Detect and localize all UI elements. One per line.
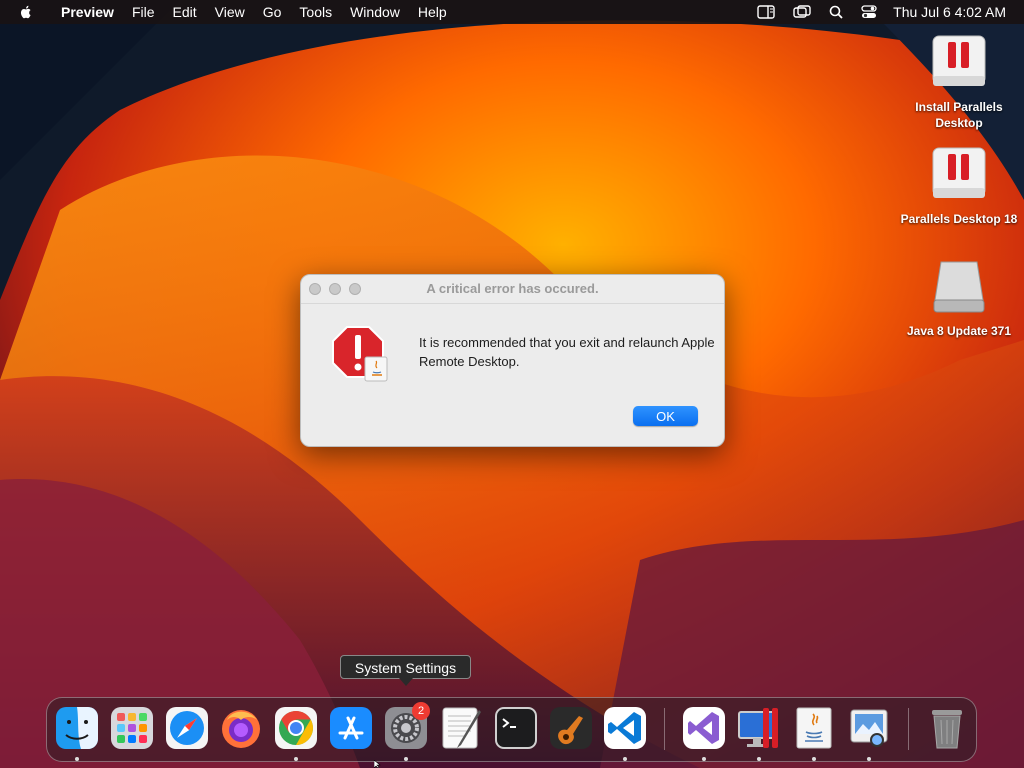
desktop-icon-install-parallels[interactable]: Install Parallels Desktop: [899, 32, 1019, 131]
parallels-disk-icon: [932, 147, 986, 198]
menu-window[interactable]: Window: [341, 0, 409, 24]
dock-item-launchpad[interactable]: [110, 706, 154, 750]
running-indicator: [867, 757, 871, 761]
menu-edit[interactable]: Edit: [164, 0, 206, 24]
dock-item-chrome[interactable]: [274, 706, 318, 750]
garageband-icon: [550, 707, 592, 749]
menu-bar: Preview File Edit View Go Tools Window H…: [0, 0, 1024, 24]
sidebar-toggle-icon[interactable]: [757, 5, 775, 19]
dock-item-finder[interactable]: [55, 706, 99, 750]
notification-badge: 2: [412, 702, 430, 720]
launchpad-icon: [111, 707, 153, 749]
screen-mirroring-icon[interactable]: [793, 5, 811, 19]
dock-tooltip: System Settings: [340, 655, 471, 679]
dock-item-preview[interactable]: [847, 706, 891, 750]
safari-icon: [166, 707, 208, 749]
desktop-icon-parallels-18[interactable]: Parallels Desktop 18: [899, 144, 1019, 227]
mouse-cursor-icon: [374, 760, 381, 768]
dock-item-visual-studio[interactable]: [682, 706, 726, 750]
dock-separator: [664, 708, 665, 750]
menu-view[interactable]: View: [206, 0, 254, 24]
dock-item-parallels[interactable]: [737, 706, 781, 750]
ok-button[interactable]: OK: [633, 406, 698, 426]
dock-separator: [908, 708, 909, 750]
visual-studio-icon: [683, 707, 725, 749]
stop-alert-icon: [332, 326, 388, 382]
spotlight-search-icon[interactable]: [829, 5, 843, 19]
dialog-message: It is recommended that you exit and rela…: [419, 335, 715, 369]
dock-item-system-settings[interactable]: 2: [384, 702, 430, 750]
menu-help[interactable]: Help: [409, 0, 456, 24]
dock-item-trash[interactable]: [925, 706, 969, 750]
trash-icon: [932, 710, 962, 749]
firefox-icon: [222, 710, 260, 748]
java-icon: [796, 707, 832, 749]
dialog-titlebar: A critical error has occured.: [301, 275, 724, 304]
desktop-icon-label: Install Parallels Desktop: [915, 100, 1003, 130]
dock-item-terminal[interactable]: [494, 706, 538, 750]
dock-item-textedit[interactable]: [439, 706, 483, 750]
control-center-icon[interactable]: [861, 5, 877, 19]
dock-item-vscode[interactable]: [603, 706, 647, 750]
dock-item-garageband[interactable]: [549, 706, 593, 750]
menu-clock[interactable]: Thu Jul 6 4:02 AM: [893, 4, 1006, 20]
drive-icon: [933, 261, 985, 313]
running-indicator: [75, 757, 79, 761]
running-indicator: [702, 757, 706, 761]
dock-item-safari[interactable]: [165, 706, 209, 750]
menu-file[interactable]: File: [123, 0, 164, 24]
dock-item-java[interactable]: [792, 706, 836, 750]
running-indicator: [757, 757, 761, 761]
dock-item-app-store[interactable]: [329, 706, 373, 750]
running-indicator: [623, 757, 627, 761]
chrome-icon: [275, 707, 317, 749]
parallels-disk-icon: [932, 35, 986, 86]
running-indicator: [294, 757, 298, 761]
menu-go[interactable]: Go: [254, 0, 291, 24]
finder-icon: [56, 707, 98, 749]
menu-app-name[interactable]: Preview: [52, 0, 123, 24]
desktop-icon-java[interactable]: Java 8 Update 371: [899, 256, 1019, 339]
menu-tools[interactable]: Tools: [290, 0, 341, 24]
terminal-icon: [495, 707, 537, 749]
parallels-icon: [738, 708, 778, 748]
vscode-icon: [604, 707, 646, 749]
dialog-title: A critical error has occured.: [426, 281, 599, 296]
apple-menu-icon[interactable]: [18, 4, 34, 20]
critical-error-dialog: A critical error has occured. It is reco…: [300, 274, 725, 447]
dock-item-firefox[interactable]: [219, 706, 263, 750]
textedit-icon: [442, 707, 481, 749]
app-store-icon: [330, 707, 372, 749]
desktop-icon-label: Java 8 Update 371: [906, 324, 1012, 338]
running-indicator: [812, 757, 816, 761]
dock: 2: [46, 697, 977, 762]
running-indicator: [404, 757, 408, 761]
tooltip-arrow: [399, 678, 413, 686]
desktop-icon-label: Parallels Desktop 18: [900, 212, 1018, 226]
preview-icon: [850, 709, 888, 747]
